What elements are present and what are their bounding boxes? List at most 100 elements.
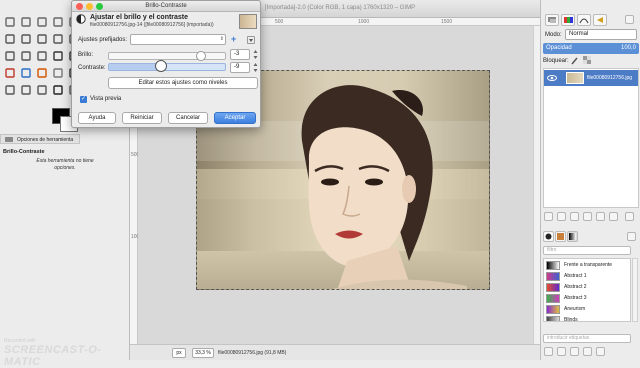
tab-patterns[interactable] — [555, 231, 566, 242]
canvas-vertical-scrollbar[interactable] — [533, 26, 540, 344]
tab-brushes[interactable] — [543, 231, 554, 242]
zoom-selector[interactable]: 33,3 % — [192, 348, 214, 358]
gradient-swatch — [546, 261, 560, 270]
layer-name[interactable]: file00080912756.jpg — [587, 75, 632, 81]
brightness-track — [108, 52, 226, 60]
lock-pixels-icon[interactable] — [571, 56, 579, 65]
lower-layer-button[interactable] — [583, 212, 592, 221]
gradient-item[interactable]: Abstract 3 — [544, 293, 630, 304]
gradient-name: Abstract 1 — [564, 273, 587, 279]
brightness-stepper-icon[interactable] — [253, 49, 258, 60]
gradient-name: Abstract 3 — [564, 295, 587, 301]
move-icon[interactable] — [4, 33, 18, 47]
shear-icon[interactable] — [4, 50, 18, 64]
eraser-icon[interactable] — [36, 67, 50, 81]
airbrush-icon[interactable] — [52, 67, 66, 81]
gradient-list-scrollbar[interactable] — [632, 258, 638, 322]
refresh-gradients-button[interactable] — [596, 347, 605, 356]
fuzzy-select-icon[interactable] — [52, 16, 66, 30]
clone-icon[interactable] — [4, 84, 18, 98]
unit-selector[interactable]: px — [172, 348, 186, 358]
rect-select-icon[interactable] — [4, 16, 18, 30]
ellipse-select-icon[interactable] — [20, 16, 34, 30]
gradient-item[interactable]: Aneurism — [544, 304, 630, 315]
dialog-title: Brillo-Contraste — [145, 3, 187, 9]
lock-label: Bloquear: — [543, 58, 569, 64]
free-select-icon[interactable] — [36, 16, 50, 30]
align-icon[interactable] — [20, 33, 34, 47]
new-layer-group-button[interactable] — [557, 212, 566, 221]
watermark-brand: SCREENCAST-O-MATIC — [4, 344, 102, 368]
presets-menu-button[interactable] — [247, 36, 255, 44]
gradient-tag-input[interactable]: introducir etiquetas — [543, 334, 631, 343]
tab-tool-options[interactable]: Opciones de herramienta — [0, 134, 80, 144]
reset-button[interactable]: Reiniciar — [122, 112, 162, 124]
preview-checkbox[interactable]: ✓ — [80, 96, 87, 103]
edit-gradient-button[interactable] — [544, 347, 553, 356]
tab-undo-history[interactable] — [593, 14, 607, 26]
raise-layer-button[interactable] — [570, 212, 579, 221]
eye-icon[interactable] — [547, 74, 557, 82]
perspective-icon[interactable] — [20, 50, 34, 64]
opacity-slider[interactable]: Opacidad 100,0 — [543, 43, 639, 54]
gradients-menu-button[interactable] — [627, 232, 636, 241]
mode-label: Modo: — [545, 32, 562, 38]
dialog-header-title: Ajustar el brillo y el contraste — [90, 14, 189, 21]
add-preset-icon[interactable]: + — [231, 35, 236, 44]
tab-channels[interactable] — [561, 14, 575, 26]
channels-icon — [564, 17, 573, 23]
gradient-filter-input[interactable]: filtro — [543, 246, 631, 255]
gradient-item[interactable]: Blinds — [544, 315, 630, 321]
tab-gradients[interactable] — [567, 231, 578, 242]
duplicate-gradient-button[interactable] — [570, 347, 579, 356]
gradient-swatch — [546, 316, 560, 321]
dock-menu-button[interactable] — [625, 15, 634, 24]
dialog-titlebar: Brillo-Contraste — [72, 1, 260, 12]
contrast-stepper-icon[interactable] — [253, 62, 258, 73]
gradient-item[interactable]: Abstract 1 — [544, 271, 630, 282]
pencil-icon[interactable] — [4, 67, 18, 81]
new-layer-button[interactable] — [544, 212, 553, 221]
gradient-item[interactable]: Abstract 2 — [544, 282, 630, 293]
anchor-layer-button[interactable] — [609, 212, 618, 221]
ruler-tick: 1500 — [441, 19, 453, 25]
gradient-name: Abstract 2 — [564, 284, 587, 290]
text-icon[interactable] — [52, 50, 66, 64]
brightness-slider[interactable] — [108, 49, 226, 63]
dodge-icon[interactable] — [52, 84, 66, 98]
undo-history-icon — [597, 17, 603, 23]
gradient-list: Frente a transparente Abstract 1 Abstract … — [543, 258, 631, 322]
gradient-item[interactable]: Frente a transparente — [544, 260, 630, 271]
smudge-icon[interactable] — [36, 84, 50, 98]
presets-combo[interactable]: ⇕ — [130, 34, 226, 45]
layers-button-bar — [541, 210, 640, 224]
flip-icon[interactable] — [36, 50, 50, 64]
brightness-thumb[interactable] — [196, 51, 206, 61]
contrast-slider[interactable] — [108, 63, 226, 71]
delete-gradient-button[interactable] — [583, 347, 592, 356]
layers-list: file00080912756.jpg — [543, 68, 639, 208]
gradient-swatch — [546, 294, 560, 303]
cancel-button[interactable]: Cancelar — [168, 112, 208, 124]
preview-label[interactable]: Vista previa — [90, 96, 121, 102]
new-gradient-button[interactable] — [557, 347, 566, 356]
crop-icon[interactable] — [36, 33, 50, 47]
contrast-thumb[interactable] — [155, 60, 167, 72]
delete-layer-button[interactable] — [625, 212, 634, 221]
paintbrush-icon[interactable] — [20, 67, 34, 81]
tab-paths[interactable] — [577, 14, 591, 26]
brightness-contrast-icon — [76, 14, 86, 24]
ok-button[interactable]: Aceptar — [214, 112, 256, 124]
layer-mode-select[interactable]: Normal — [565, 29, 637, 40]
lock-alpha-icon[interactable] — [583, 56, 592, 65]
tab-layers[interactable] — [545, 14, 559, 26]
edit-as-levels-button[interactable]: Editar estos ajustes como niveles — [108, 77, 258, 89]
brightness-label: Brillo: — [78, 52, 94, 58]
brightness-spinbox[interactable]: -3 — [230, 49, 250, 60]
duplicate-layer-button[interactable] — [596, 212, 605, 221]
heal-icon[interactable] — [20, 84, 34, 98]
contrast-spinbox[interactable]: -9 — [230, 62, 250, 73]
rotate-icon[interactable] — [52, 33, 66, 47]
help-button[interactable]: Ayuda — [78, 112, 116, 124]
layer-row[interactable]: file00080912756.jpg — [544, 70, 638, 86]
